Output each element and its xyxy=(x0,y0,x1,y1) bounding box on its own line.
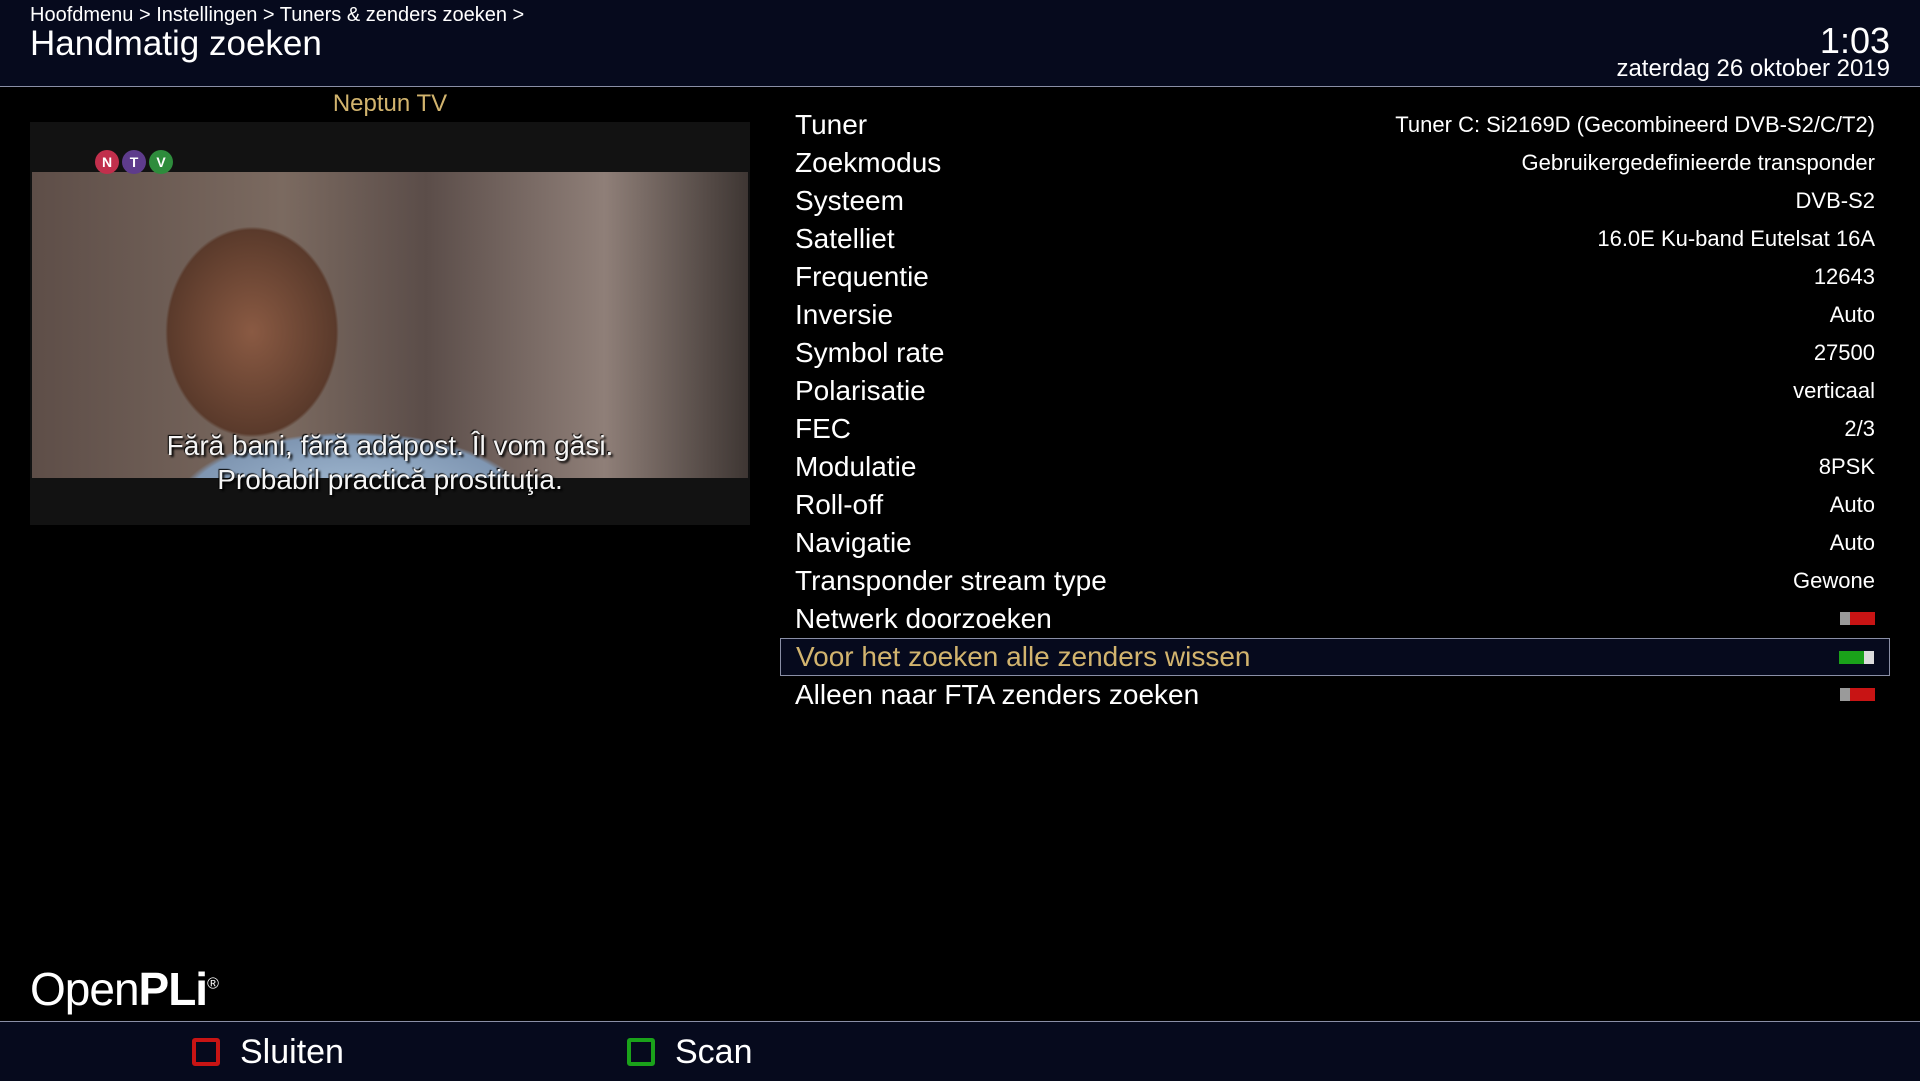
setting-label: Modulatie xyxy=(795,451,917,482)
logo-text: Open xyxy=(30,963,140,1015)
toggle-bar xyxy=(1850,612,1875,625)
setting-row-netwerk-doorzoeken[interactable]: Netwerk doorzoeken xyxy=(780,600,1890,638)
setting-value: 2/3 xyxy=(1844,416,1875,441)
setting-value: verticaal xyxy=(1793,378,1875,403)
setting-label: Frequentie xyxy=(795,261,929,292)
tv-preview: NTV Fără bani, fără adăpost. Îl vom găsi… xyxy=(30,122,750,525)
setting-value: Auto xyxy=(1829,492,1875,517)
toggle-switch-on[interactable] xyxy=(1839,651,1874,664)
setting-row-inversie[interactable]: Inversie Auto xyxy=(780,296,1890,334)
subtitle-line: Probabil practică prostituţia. xyxy=(217,464,563,495)
toggle-bar xyxy=(1850,688,1875,701)
setting-value: Auto xyxy=(1829,530,1875,555)
setting-label: Alleen naar FTA zenders zoeken xyxy=(795,679,1200,710)
close-button[interactable]: Sluiten xyxy=(192,1032,344,1071)
setting-row-navigatie[interactable]: Navigatie Auto xyxy=(780,524,1890,562)
setting-row-symbol-rate[interactable]: Symbol rate 27500 xyxy=(780,334,1890,372)
green-key-icon xyxy=(627,1038,655,1066)
logo-text-bold: PLi xyxy=(138,963,209,1015)
close-label: Sluiten xyxy=(240,1032,344,1071)
setting-label: Voor het zoeken alle zenders wissen xyxy=(796,641,1251,672)
setting-value: DVB-S2 xyxy=(1795,188,1875,213)
scan-label: Scan xyxy=(675,1032,753,1071)
channel-name: Neptun TV xyxy=(332,90,448,117)
subtitle-line: Fără bani, fără adăpost. Îl vom găsi. xyxy=(166,430,614,461)
setting-label: Tuner xyxy=(795,109,868,140)
setting-label: Symbol rate xyxy=(795,337,945,368)
setting-row-frequentie[interactable]: Frequentie 12643 xyxy=(780,258,1890,296)
setting-label: Inversie xyxy=(795,299,894,330)
setting-value: Gebruikergedefinieerde transponder xyxy=(1521,150,1875,175)
logo-letter: V xyxy=(149,150,173,174)
setting-row-polarisatie[interactable]: Polarisatie verticaal xyxy=(780,372,1890,410)
setting-row-modulatie[interactable]: Modulatie 8PSK xyxy=(780,448,1890,486)
settings-list: Tuner Tuner C: Si2169D (Gecombineerd DVB… xyxy=(780,106,1890,714)
setting-value: 8PSK xyxy=(1818,454,1875,479)
toggle-knob xyxy=(1840,612,1850,625)
channel-logo: NTV xyxy=(95,150,195,178)
toggle-knob xyxy=(1864,651,1874,664)
footer-bar: Sluiten Scan xyxy=(0,1021,1920,1081)
setting-value: 16.0E Ku-band Eutelsat 16A xyxy=(1597,226,1875,251)
openpli-logo: OpenPLi® xyxy=(30,962,219,1016)
toggle-knob xyxy=(1840,688,1850,701)
setting-value: Auto xyxy=(1829,302,1875,327)
setting-label: Polarisatie xyxy=(795,375,926,406)
setting-row-tuner[interactable]: Tuner Tuner C: Si2169D (Gecombineerd DVB… xyxy=(780,106,1890,144)
red-key-icon xyxy=(192,1038,220,1066)
toggle-bar xyxy=(1839,651,1864,664)
setting-row-fec[interactable]: FEC 2/3 xyxy=(780,410,1890,448)
page-title: Handmatig zoeken xyxy=(30,24,322,63)
setting-label: Satelliet xyxy=(795,223,895,254)
registered-mark: ® xyxy=(207,975,219,993)
setting-label: Netwerk doorzoeken xyxy=(795,603,1052,634)
setting-value: Tuner C: Si2169D (Gecombineerd DVB-S2/C/… xyxy=(1395,112,1875,137)
setting-label: Roll-off xyxy=(795,489,884,520)
header-bar: Hoofdmenu > Instellingen > Tuners & zend… xyxy=(0,0,1920,87)
setting-value: 27500 xyxy=(1813,340,1875,365)
setting-label: Transponder stream type xyxy=(795,565,1107,596)
setting-label: Systeem xyxy=(795,185,904,216)
toggle-switch-off[interactable] xyxy=(1840,688,1875,701)
setting-row-fta-zoeken[interactable]: Alleen naar FTA zenders zoeken xyxy=(780,676,1890,714)
setting-row-stream-type[interactable]: Transponder stream type Gewone xyxy=(780,562,1890,600)
setting-row-systeem[interactable]: Systeem DVB-S2 xyxy=(780,182,1890,220)
logo-letter: N xyxy=(95,150,119,174)
setting-row-zoekmodus[interactable]: Zoekmodus Gebruikergedefinieerde transpo… xyxy=(780,144,1890,182)
toggle-switch-off[interactable] xyxy=(1840,612,1875,625)
setting-label: Zoekmodus xyxy=(795,147,942,178)
setting-label: Navigatie xyxy=(795,527,912,558)
setting-row-roll-off[interactable]: Roll-off Auto xyxy=(780,486,1890,524)
setting-label: FEC xyxy=(795,413,851,444)
setting-value: 12643 xyxy=(1813,264,1875,289)
logo-letter: T xyxy=(122,150,146,174)
date: zaterdag 26 oktober 2019 xyxy=(1616,55,1890,82)
setting-row-zenders-wissen[interactable]: Voor het zoeken alle zenders wissen xyxy=(780,638,1890,676)
setting-value: Gewone xyxy=(1793,568,1875,593)
scan-button[interactable]: Scan xyxy=(627,1032,753,1071)
setting-row-satelliet[interactable]: Satelliet 16.0E Ku-band Eutelsat 16A xyxy=(780,220,1890,258)
